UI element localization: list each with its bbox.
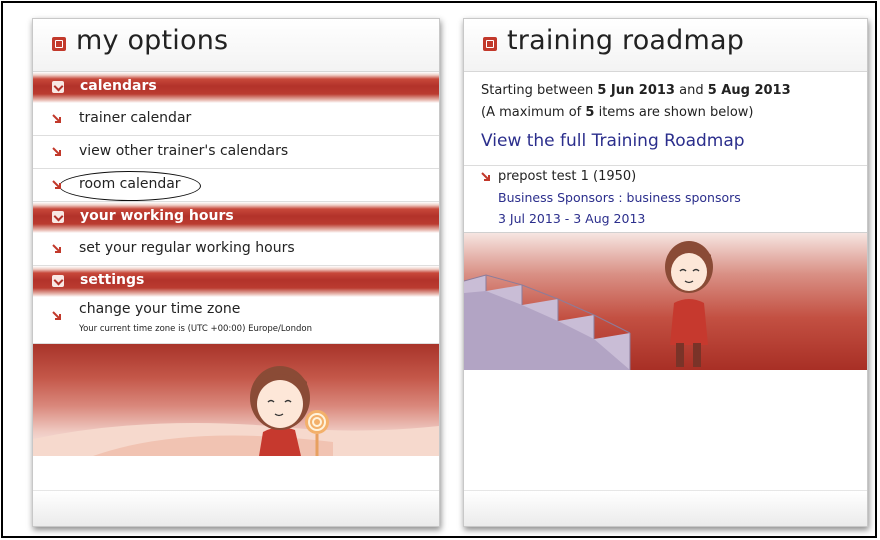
range-start: 5 Jun 2013	[597, 83, 675, 98]
chevron-down-icon	[52, 211, 64, 223]
my-options-panel: my options calendars trainer calendar vi…	[32, 18, 440, 527]
section-working-hours[interactable]: your working hours	[33, 202, 439, 233]
training-roadmap-panel: training roadmap Starting between 5 Jun …	[463, 18, 868, 527]
max-prefix: (A maximum of	[481, 105, 586, 120]
section-label: settings	[80, 272, 145, 288]
training-roadmap-header: training roadmap	[464, 19, 867, 72]
arrow-icon	[52, 114, 61, 123]
decorative-illustration	[464, 232, 867, 370]
section-calendars[interactable]: calendars	[33, 72, 439, 103]
panel-bullet-icon	[52, 37, 66, 51]
menu-item-label: trainer calendar	[79, 110, 192, 126]
arrow-icon	[52, 180, 61, 189]
roadmap-item-dates: 3 Jul 2013 - 3 Aug 2013	[498, 211, 646, 226]
decorative-illustration	[33, 344, 439, 456]
panel-title: my options	[76, 25, 229, 56]
roadmap-item: prepost test 1 (1950) Business Sponsors …	[464, 166, 867, 232]
date-range-line: Starting between 5 Jun 2013 and 5 Aug 20…	[481, 80, 867, 102]
menu-item-other-calendars[interactable]: view other trainer's calendars	[33, 136, 439, 169]
my-options-header: my options	[33, 19, 439, 72]
menu-item-working-hours[interactable]: set your regular working hours	[33, 233, 439, 266]
menu-item-room-calendar[interactable]: room calendar	[33, 169, 439, 202]
range-prefix: Starting between	[481, 83, 598, 98]
menu-item-label: view other trainer's calendars	[79, 143, 289, 159]
chevron-down-icon	[52, 275, 64, 287]
roadmap-item-sponsor[interactable]: Business Sponsors : business sponsors	[498, 190, 741, 205]
panel-title: training roadmap	[507, 25, 745, 56]
max-items-line: (A maximum of 5 items are shown below)	[481, 102, 867, 124]
section-label: calendars	[80, 78, 157, 94]
max-suffix: items are shown below)	[594, 105, 754, 120]
menu-item-label: room calendar	[79, 176, 181, 192]
roadmap-summary: Starting between 5 Jun 2013 and 5 Aug 20…	[464, 72, 867, 154]
menu-item-label: change your time zone	[79, 301, 241, 317]
menu-item-label: set your regular working hours	[79, 240, 295, 256]
section-settings[interactable]: settings	[33, 266, 439, 297]
time-zone-note: Your current time zone is (UTC +00:00) E…	[79, 324, 313, 334]
panel-bullet-icon	[483, 37, 497, 51]
arrow-icon	[52, 311, 61, 320]
arrow-icon	[52, 147, 61, 156]
roadmap-item-title[interactable]: prepost test 1 (1950)	[498, 169, 636, 184]
menu-item-trainer-calendar[interactable]: trainer calendar	[33, 103, 439, 136]
menu-item-time-zone[interactable]: change your time zone Your current time …	[33, 297, 439, 344]
section-label: your working hours	[80, 208, 234, 224]
range-end: 5 Aug 2013	[707, 83, 791, 98]
panel-footer	[464, 490, 867, 526]
full-roadmap-link[interactable]: View the full Training Roadmap	[481, 128, 867, 154]
range-mid: and	[674, 83, 708, 98]
arrow-icon	[481, 172, 490, 181]
arrow-icon	[52, 244, 61, 253]
chevron-down-icon	[52, 81, 64, 93]
panel-footer	[33, 490, 439, 526]
